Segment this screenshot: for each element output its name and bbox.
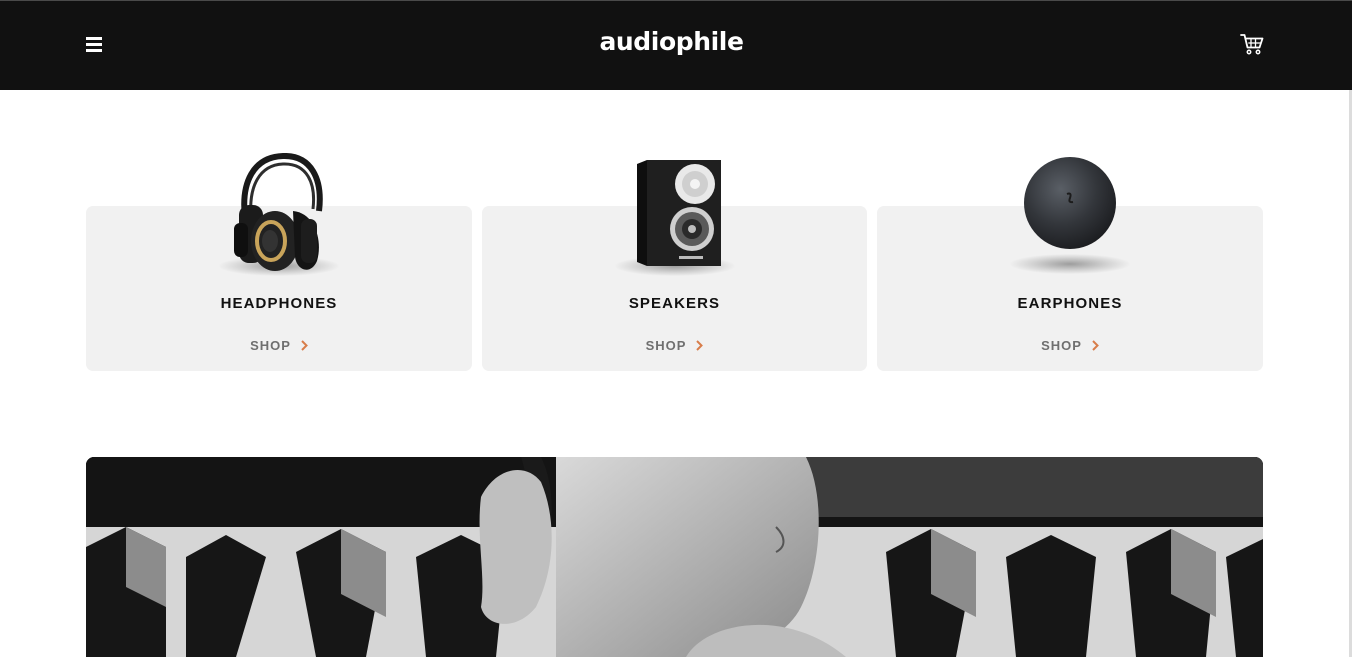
- category-card-headphones[interactable]: HEADPHONES SHOP: [86, 152, 472, 371]
- category-title: HEADPHONES: [220, 295, 338, 312]
- earphones-image: [1023, 156, 1117, 255]
- shop-label: SHOP: [250, 338, 291, 353]
- site-logo[interactable]: audiophile: [0, 27, 1343, 56]
- site-header: audiophile: [0, 0, 1352, 90]
- category-list: HEADPHONES SHOP SPEAKERS SHOP EARPHONES …: [86, 152, 1263, 371]
- category-card-earphones[interactable]: EARPHONES SHOP: [877, 157, 1263, 371]
- earphones-shadow: [1010, 254, 1130, 274]
- chevron-right-icon: [301, 339, 308, 354]
- hero-banner-image: [86, 457, 1263, 657]
- chevron-right-icon: [1092, 339, 1099, 354]
- shop-headphones-link[interactable]: SHOP: [86, 338, 472, 354]
- category-title: EARPHONES: [1017, 295, 1123, 312]
- shopping-cart-icon[interactable]: [1240, 33, 1264, 55]
- category-title: SPEAKERS: [628, 295, 721, 312]
- headphones-image: [231, 152, 327, 284]
- speaker-image: [633, 158, 723, 273]
- shop-speakers-link[interactable]: SHOP: [482, 338, 867, 354]
- shop-label: SHOP: [645, 338, 687, 353]
- category-card-speakers[interactable]: SPEAKERS SHOP: [482, 160, 867, 371]
- shop-earphones-link[interactable]: SHOP: [877, 338, 1263, 354]
- shop-label: SHOP: [1041, 338, 1082, 353]
- chevron-right-icon: [696, 339, 704, 354]
